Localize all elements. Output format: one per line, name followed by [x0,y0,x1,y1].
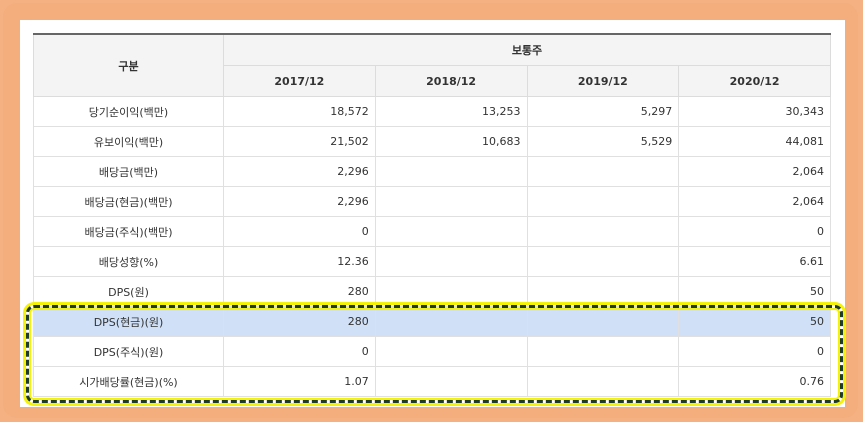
table-cell: 0 [678,216,831,247]
header-year: 2017/12 [223,65,376,97]
table-cell [526,366,680,397]
table-row: 유보이익(백만) 21,502 10,683 5,529 44,081 [33,126,831,157]
table-cell [526,306,680,337]
table-cell [374,186,528,217]
row-label: 배당금(백만) [33,156,224,187]
row-label: DPS(원) [33,276,224,307]
table-cell [526,156,680,187]
header-category: 구분 [33,33,224,97]
row-label: 배당성향(%) [33,246,224,277]
header-year: 2020/12 [678,65,831,97]
table-row: DPS(원) 280 50 [33,276,831,307]
table-cell: 12.36 [223,246,376,277]
table-cell: 0 [223,336,376,367]
table-cell: 280 [223,276,376,307]
table-cell [374,156,528,187]
table-row: DPS(현금)(원) 280 50 [33,306,831,337]
row-label: 유보이익(백만) [33,126,224,157]
screenshot-frame: 구분 보통주 2017/12 2018/12 2019/12 2020/12 당… [3,3,858,418]
table-panel: 구분 보통주 2017/12 2018/12 2019/12 2020/12 당… [20,20,845,407]
table-cell: 50 [678,306,831,337]
table-cell: 2,064 [678,156,831,187]
table-cell [526,246,680,277]
table-cell: 13,253 [374,96,528,127]
row-label: 당기순이익(백만) [33,96,224,127]
table-cell [374,306,528,337]
table-cell [526,186,680,217]
row-label: 배당금(현금)(백만) [33,186,224,217]
row-label: DPS(현금)(원) [33,306,224,337]
row-label: DPS(주식)(원) [33,336,224,367]
table-row: DPS(주식)(원) 0 0 [33,336,831,367]
table-cell: 10,683 [374,126,528,157]
table-cell [374,216,528,247]
table-cell [374,276,528,307]
header-year: 2018/12 [374,65,528,97]
table-row: 시가배당률(현금)(%) 1.07 0.76 [33,366,831,397]
table-cell [374,336,528,367]
table-cell: 0 [223,216,376,247]
table-cell: 30,343 [678,96,831,127]
table-cell: 21,502 [223,126,376,157]
header-common-stock: 보통주 [223,33,831,66]
table-cell [526,216,680,247]
table-cell [526,276,680,307]
table-cell: 2,064 [678,186,831,217]
table-cell [526,336,680,367]
table-row: 당기순이익(백만) 18,572 13,253 5,297 30,343 [33,96,831,127]
table-row: 배당금(현금)(백만) 2,296 2,064 [33,186,831,217]
table-cell: 280 [223,306,376,337]
row-label: 배당금(주식)(백만) [33,216,224,247]
table-cell [374,246,528,277]
table-cell [374,366,528,397]
table-cell: 0 [678,336,831,367]
table-cell: 6.61 [678,246,831,277]
table-cell: 0.76 [678,366,831,397]
table-cell: 44,081 [678,126,831,157]
table-cell: 2,296 [223,186,376,217]
table-cell: 1.07 [223,366,376,397]
table-cell: 2,296 [223,156,376,187]
header-year: 2019/12 [526,65,680,97]
table-cell: 5,529 [526,126,680,157]
table-row: 배당금(주식)(백만) 0 0 [33,216,831,247]
table-row: 배당금(백만) 2,296 2,064 [33,156,831,187]
table-row: 배당성향(%) 12.36 6.61 [33,246,831,277]
dividend-table: 구분 보통주 2017/12 2018/12 2019/12 2020/12 당… [33,33,831,397]
table-cell: 18,572 [223,96,376,127]
table-cell: 50 [678,276,831,307]
row-label: 시가배당률(현금)(%) [33,366,224,397]
table-cell: 5,297 [526,96,680,127]
